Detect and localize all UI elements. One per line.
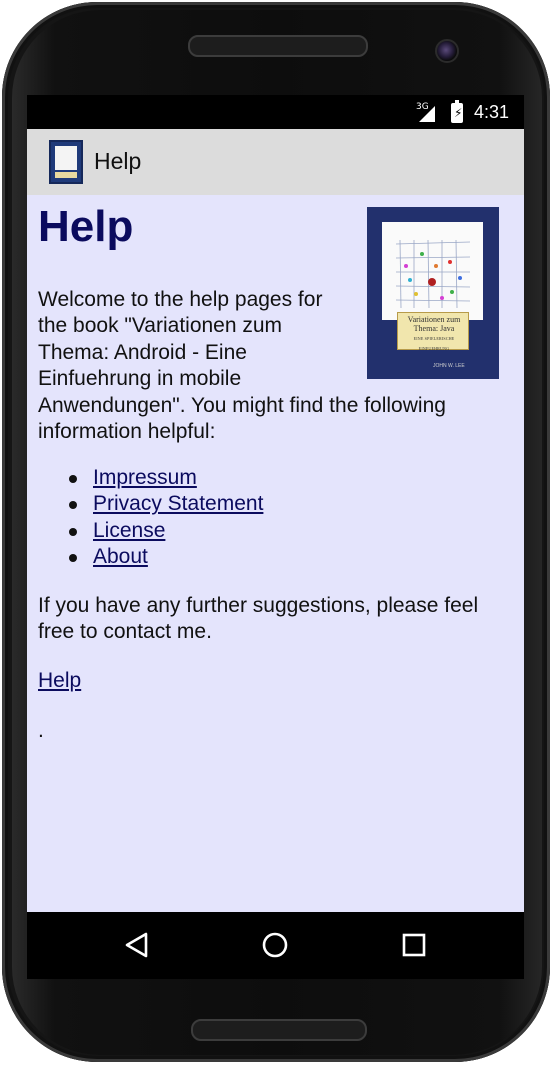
bullet-icon (69, 475, 77, 483)
status-clock: 4:31 (474, 102, 510, 122)
battery-charging-icon: ⚡ (451, 100, 463, 123)
recents-square-icon[interactable] (399, 930, 429, 960)
app-bar-title: Help (94, 148, 142, 174)
intro-paragraph: Welcome to the help pages for the book "… (38, 287, 493, 445)
app-icon-paper (55, 146, 77, 170)
front-camera-icon (435, 39, 459, 63)
intro-line: the book "Variationen zum (38, 314, 283, 338)
screen: 3G ⚡ 4:31 Help Help Variationen zum Them… (27, 95, 524, 979)
bullet-icon (69, 501, 77, 510)
phone-frame: 3G ⚡ 4:31 Help Help Variationen zum Them… (2, 2, 550, 1062)
signal-strength-icon (419, 106, 435, 122)
privacy-statement-link[interactable]: Privacy Statement (93, 491, 263, 517)
home-circle-icon[interactable] (260, 930, 290, 960)
about-link[interactable]: About (93, 544, 148, 570)
status-bar: 3G ⚡ 4:31 (27, 95, 524, 129)
intro-line: Einfuehrung in mobile (38, 367, 242, 391)
top-speaker-grille (188, 35, 368, 57)
intro-line: Welcome to the help pages for (38, 288, 323, 311)
navigation-bar (27, 912, 524, 979)
bullet-icon (69, 554, 77, 563)
intro-line: Anwendungen". You might find the followi… (38, 393, 446, 417)
bullet-icon (69, 527, 77, 536)
trailing-period: . (38, 719, 44, 742)
contact-paragraph: If you have any further suggestions, ple… (38, 593, 508, 646)
book-cover-icon[interactable] (49, 140, 83, 184)
intro-line: information helpful: (38, 420, 216, 444)
license-link[interactable]: License (93, 518, 165, 544)
bottom-speaker-grille (191, 1019, 367, 1041)
intro-line: Thema: Android - Eine (38, 340, 247, 364)
help-link[interactable]: Help (38, 668, 81, 694)
impressum-link[interactable]: Impressum (93, 465, 197, 491)
app-bar: Help (27, 129, 524, 195)
webview-content[interactable]: Help Variationen zum Thema: Java EINE SP… (27, 195, 524, 912)
back-triangle-icon[interactable] (122, 930, 152, 960)
contact-line: If you have any further suggestions, ple… (38, 594, 479, 617)
app-icon-label (55, 172, 77, 178)
contact-line: free to contact me. (38, 620, 212, 644)
page-title: Help (38, 202, 134, 251)
